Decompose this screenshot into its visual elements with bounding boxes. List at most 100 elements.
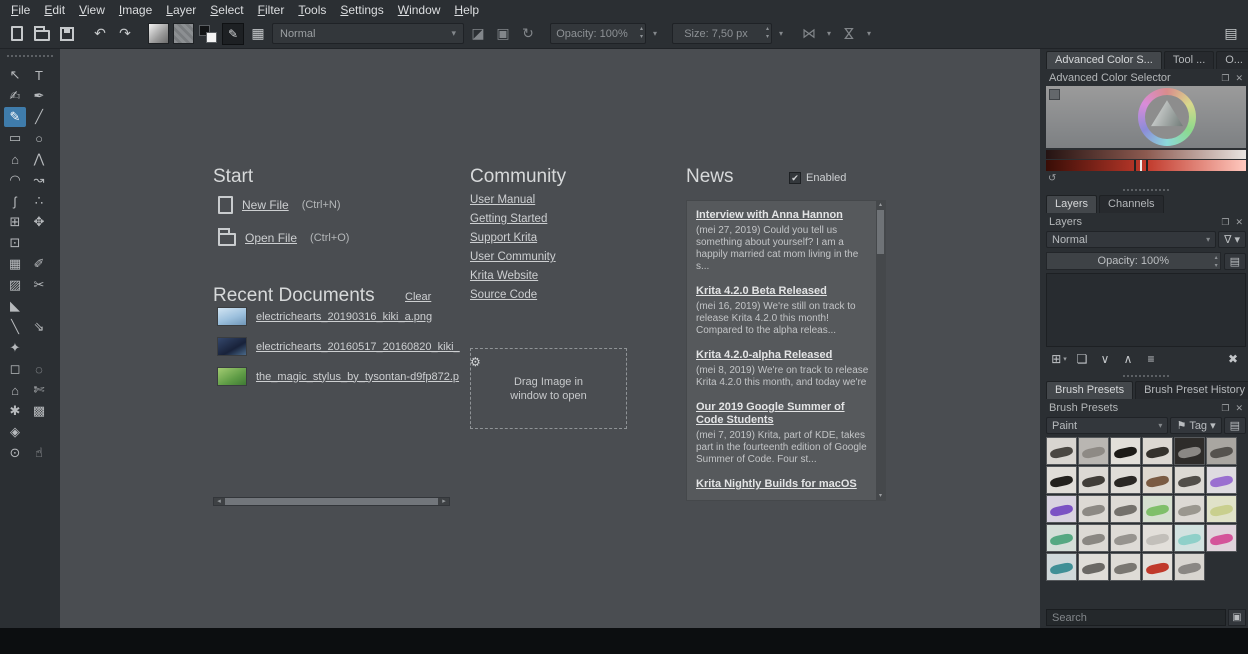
polyline-tool[interactable]: ⋀ xyxy=(28,149,50,169)
brush-preset[interactable] xyxy=(1078,495,1109,523)
news-item[interactable]: Our 2019 Google Summer of Code Students … xyxy=(696,401,870,466)
close-docker-icon[interactable]: ✕ xyxy=(1235,403,1243,414)
color-sampler-tool[interactable]: ✐ xyxy=(28,254,50,274)
mirror-horizontal-button[interactable]: ⋈ xyxy=(798,23,820,45)
recent-document-row[interactable]: electrichearts_20160517_20160820_kiki_ xyxy=(217,337,460,356)
news-item-title[interactable]: Interview with Anna Hannon xyxy=(696,209,870,222)
elliptical-selection-tool[interactable]: ◌ xyxy=(28,359,50,379)
transform-tool[interactable]: ⊞ xyxy=(4,212,26,232)
reference-images-tool[interactable]: ✦ xyxy=(4,338,26,358)
toolbox-spacer[interactable] xyxy=(28,422,50,442)
brush-preset[interactable] xyxy=(1174,466,1205,494)
docker-drag-handle[interactable] xyxy=(1123,375,1169,377)
docker-tab[interactable]: Advanced Color S... xyxy=(1046,51,1162,69)
mirror-horizontal-options-button[interactable]: ▾ xyxy=(823,23,835,44)
contiguous-selection-tool[interactable]: ▩ xyxy=(28,401,50,421)
opacity-slider[interactable]: Opacity: 100% ▴▾ xyxy=(550,23,646,44)
brush-tag-filter-combo[interactable]: Paint ▾ xyxy=(1046,417,1168,434)
brush-preset[interactable] xyxy=(1206,495,1237,523)
smart-patch-tool[interactable]: ✂ xyxy=(28,275,50,295)
brush-preset[interactable] xyxy=(1174,553,1205,581)
docker-tab[interactable]: Tool ... xyxy=(1164,51,1214,69)
freehand-selection-tool[interactable]: ✄ xyxy=(28,380,50,400)
brush-preset[interactable] xyxy=(1078,466,1109,494)
link-user-community[interactable]: User Community xyxy=(470,251,556,263)
news-item[interactable]: Krita 4.2.0 Beta Released (mei 16, 2019)… xyxy=(696,285,870,337)
polygonal-selection-tool[interactable]: ⌂ xyxy=(4,380,26,400)
menu-select[interactable]: Select xyxy=(203,1,250,19)
mirror-vertical-options-button[interactable]: ▾ xyxy=(863,23,875,44)
similar-color-selection-tool[interactable]: ✱ xyxy=(4,401,26,421)
news-item-title[interactable]: Krita 4.2.0-alpha Released xyxy=(696,349,870,362)
brush-preset[interactable] xyxy=(1078,553,1109,581)
color-history-strip[interactable] xyxy=(1046,150,1246,159)
brush-preset[interactable] xyxy=(1110,553,1141,581)
drag-image-dropzone[interactable]: Drag Image in window to open xyxy=(470,348,627,429)
brush-preset[interactable] xyxy=(1206,437,1237,465)
measure-tool[interactable]: ⇘ xyxy=(28,317,50,337)
color-history-icon[interactable]: ↺ xyxy=(1048,173,1056,184)
docker-drag-handle[interactable] xyxy=(1123,189,1169,191)
link-getting-started[interactable]: Getting Started xyxy=(470,213,547,225)
news-item[interactable]: Interview with Anna Hannon (mei 27, 2019… xyxy=(696,209,870,273)
brush-preset[interactable] xyxy=(1046,437,1077,465)
toolbox-spacer[interactable] xyxy=(28,296,50,316)
layer-view-options-button[interactable]: ▤ xyxy=(1224,253,1246,270)
brush-size-slider[interactable]: Size: 7,50 px ▴▾ xyxy=(672,23,772,44)
size-dropdown-button[interactable]: ▾ xyxy=(775,23,787,44)
crop-tool[interactable]: ⊡ xyxy=(4,233,26,253)
bezier-curve-tool[interactable]: ◠ xyxy=(4,170,26,190)
menu-settings[interactable]: Settings xyxy=(333,1,390,19)
docker-tab[interactable]: Channels xyxy=(1099,195,1163,213)
brush-preset[interactable] xyxy=(1206,524,1237,552)
layer-blending-mode-combo[interactable]: Normal ▾ xyxy=(1046,231,1216,248)
eraser-toggle-button[interactable]: ◪ xyxy=(467,23,489,45)
calligraphy-tool[interactable]: ✒ xyxy=(28,86,50,106)
new-file-link[interactable]: New File xyxy=(242,198,289,212)
docker-tab[interactable]: Brush Preset History xyxy=(1135,381,1248,399)
pattern-chooser-button[interactable] xyxy=(172,23,194,45)
brush-presets-chooser-button[interactable]: ▦ xyxy=(247,23,269,45)
dynamic-brush-tool[interactable]: ʃ xyxy=(4,191,26,211)
toolbox-spacer[interactable] xyxy=(28,338,50,358)
blending-options-button[interactable]: ▣ xyxy=(492,23,514,45)
brush-preset[interactable] xyxy=(1046,524,1077,552)
brush-preset[interactable] xyxy=(1110,437,1141,465)
add-layer-button[interactable]: ⊞▾ xyxy=(1051,350,1067,368)
brush-preset[interactable] xyxy=(1142,466,1173,494)
recent-document-link[interactable]: electrichearts_20190316_kiki_a.png xyxy=(256,311,432,323)
float-docker-icon[interactable]: ❐ xyxy=(1221,217,1229,228)
ellipse-tool[interactable]: ○ xyxy=(28,128,50,148)
link-support-krita[interactable]: Support Krita xyxy=(470,232,537,244)
move-layer-down-button[interactable]: ∨ xyxy=(1097,350,1113,368)
brush-preset[interactable] xyxy=(1174,495,1205,523)
docker-tab[interactable]: Brush Presets xyxy=(1046,381,1133,399)
duplicate-layer-button[interactable]: ❏ xyxy=(1074,350,1090,368)
menu-filter[interactable]: Filter xyxy=(251,1,292,19)
link-source-code[interactable]: Source Code xyxy=(470,289,537,301)
line-tool[interactable]: ╱ xyxy=(28,107,50,127)
multibrush-tool[interactable]: ∴ xyxy=(28,191,50,211)
toolbox-drag-handle[interactable] xyxy=(7,55,53,57)
gradient-tool[interactable]: ▦ xyxy=(4,254,26,274)
brush-preset[interactable] xyxy=(1174,437,1205,465)
color-wheel[interactable] xyxy=(1138,88,1196,146)
brush-preset[interactable] xyxy=(1078,437,1109,465)
shade-selector-strip[interactable] xyxy=(1046,160,1246,171)
scroll-left-icon[interactable]: ◂ xyxy=(214,498,224,505)
close-docker-icon[interactable]: ✕ xyxy=(1235,73,1243,84)
recent-document-row[interactable]: electrichearts_20190316_kiki_a.png xyxy=(217,307,460,326)
brush-preset[interactable] xyxy=(1078,524,1109,552)
link-user-manual[interactable]: User Manual xyxy=(470,194,535,206)
recent-document-row[interactable]: the_magic_stylus_by_tysontan-d9fp872.p xyxy=(217,367,460,386)
news-item-title[interactable]: Krita Nightly Builds for macOS xyxy=(696,478,870,491)
spinner-icons[interactable]: ▴▾ xyxy=(640,25,643,41)
opacity-dropdown-button[interactable]: ▾ xyxy=(649,23,661,44)
menu-layer[interactable]: Layer xyxy=(159,1,203,19)
recent-document-link[interactable]: electrichearts_20160517_20160820_kiki_ xyxy=(256,341,460,353)
preset-display-mode-button[interactable]: ▤ xyxy=(1224,417,1246,434)
clear-recent-link[interactable]: Clear xyxy=(405,291,431,303)
undo-button[interactable]: ↶ xyxy=(89,23,111,45)
brush-preset[interactable] xyxy=(1142,495,1173,523)
new-file-row[interactable]: New File (Ctrl+N) xyxy=(218,196,341,214)
